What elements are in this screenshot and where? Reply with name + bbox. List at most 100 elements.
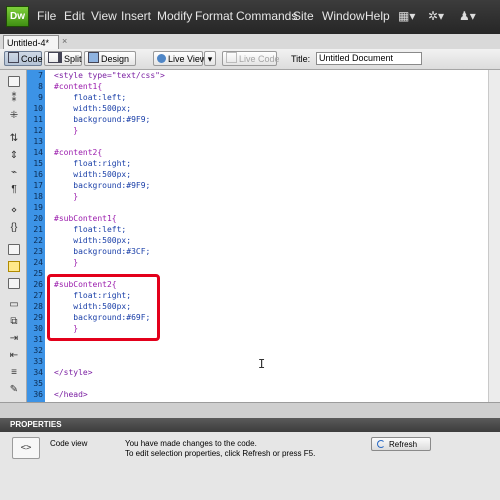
vertical-scrollbar[interactable]	[488, 70, 500, 402]
code-line: #content1{	[54, 82, 103, 91]
menu-bar: Dw File Edit View Insert Modify Format C…	[0, 0, 500, 35]
menu-window[interactable]: Window	[322, 9, 365, 23]
menu-insert[interactable]: Insert	[121, 9, 151, 23]
document-tab-strip: Untitled-4* ×	[0, 34, 500, 50]
collapse-selection-icon[interactable]: ⁜	[8, 110, 20, 121]
line-number: 14	[33, 148, 43, 157]
close-icon[interactable]: ×	[62, 36, 67, 46]
code-line: <style type="text/css">	[54, 71, 165, 80]
word-wrap-icon[interactable]: ⋄	[8, 205, 20, 216]
code-line: #content2{	[54, 148, 103, 157]
recent-snippets-icon[interactable]: ▭	[8, 299, 20, 310]
balance-braces-icon[interactable]: ⌁	[8, 167, 20, 178]
line-number: 28	[33, 302, 43, 311]
coding-toolbar: ⁑ ⁜ ⇅ ⇕ ⌁ ¶ ⋄ {} ▭ ⧉ ⇥ ⇤ ≡ ✎	[0, 70, 27, 402]
properties-panel: <> Code view You have made changes to th…	[0, 432, 500, 500]
menu-edit[interactable]: Edit	[64, 9, 85, 23]
code-line: width:500px;	[54, 236, 132, 245]
menu-modify[interactable]: Modify	[157, 9, 192, 23]
gear-icon[interactable]: ✲▾	[428, 9, 444, 23]
properties-title: PROPERTIES	[10, 420, 62, 429]
indent-code-icon[interactable]: ⇥	[8, 333, 20, 344]
wrap-tag-icon[interactable]	[8, 278, 20, 289]
properties-panel-header[interactable]: PROPERTIES	[0, 418, 500, 432]
code-line: background:#9F9;	[54, 115, 151, 124]
layout-icon[interactable]: ▦▾	[398, 9, 415, 23]
menu-site[interactable]: Site	[293, 9, 314, 23]
line-number: 19	[33, 203, 43, 212]
refresh-icon	[377, 440, 385, 448]
split-view-button[interactable]: Split	[44, 51, 82, 66]
line-number: 36	[33, 390, 43, 399]
code-view-label: Code view	[50, 439, 88, 448]
panel-divider	[0, 402, 500, 419]
open-documents-icon[interactable]	[8, 76, 20, 87]
live-view-button[interactable]: Live View	[153, 51, 206, 66]
code-line: }	[54, 192, 79, 201]
design-icon	[88, 52, 99, 63]
line-number: 23	[33, 247, 43, 256]
document-tab[interactable]: Untitled-4*	[3, 35, 59, 49]
highlight-annotation	[47, 274, 160, 341]
line-number: 15	[33, 159, 43, 168]
chevron-down-icon: ▾	[207, 54, 213, 64]
menu-format[interactable]: Format	[195, 9, 233, 23]
line-number: 35	[33, 379, 43, 388]
line-number: 8	[38, 82, 43, 91]
code-editor[interactable]: <style type="text/css"> #content1{ float…	[45, 70, 488, 402]
expand-all-icon[interactable]: ⇅	[8, 133, 20, 144]
design-view-button[interactable]: Design	[84, 51, 136, 66]
code-line: float:right;	[54, 159, 132, 168]
menu-commands[interactable]: Commands	[236, 9, 297, 23]
code-icon	[8, 52, 19, 63]
code-line: float:left;	[54, 225, 127, 234]
line-numbers-icon[interactable]: ¶	[8, 184, 20, 195]
select-parent-tag-icon[interactable]: ⇕	[8, 150, 20, 161]
menu-view[interactable]: View	[91, 9, 117, 23]
line-number: 10	[33, 104, 43, 113]
move-css-icon[interactable]: ⧉	[8, 316, 20, 327]
code-line: }	[54, 258, 79, 267]
collapse-tag-icon[interactable]: ⁑	[8, 93, 20, 104]
remove-comment-icon[interactable]	[8, 261, 20, 272]
apply-comment-icon[interactable]	[8, 244, 20, 255]
code-line: float:left;	[54, 93, 127, 102]
line-number: 31	[33, 335, 43, 344]
line-number: 7	[38, 71, 43, 80]
line-number: 27	[33, 291, 43, 300]
line-number: 18	[33, 192, 43, 201]
line-number: 9	[38, 93, 43, 102]
live-code-button[interactable]: Live Code	[222, 51, 280, 66]
code-line: background:#3CF;	[54, 247, 151, 256]
line-number: 33	[33, 357, 43, 366]
user-icon[interactable]: ♟▾	[459, 9, 476, 23]
live-view-dropdown[interactable]: ▾	[204, 51, 216, 66]
line-number: 13	[33, 137, 43, 146]
code-view-button[interactable]: Code	[4, 51, 43, 66]
document-toolbar: Code Split Design Live View ▾ Live Code …	[0, 49, 500, 70]
syntax-error-icon[interactable]: {}	[8, 222, 20, 233]
code-line: background:#9F9;	[54, 181, 151, 190]
line-number: 32	[33, 346, 43, 355]
tools-icon[interactable]: ✎	[8, 384, 20, 395]
code-line: #subContent1{	[54, 214, 117, 223]
split-icon	[48, 52, 62, 63]
text-cursor-icon: I	[258, 357, 266, 371]
code-line: </style>	[54, 368, 93, 377]
line-number: 16	[33, 170, 43, 179]
outdent-code-icon[interactable]: ⇤	[8, 350, 20, 361]
menu-file[interactable]: File	[37, 9, 56, 23]
globe-icon	[157, 54, 166, 63]
line-number: 17	[33, 181, 43, 190]
title-label: Title:	[291, 54, 311, 64]
code-view-icon: <>	[12, 437, 40, 459]
refresh-button[interactable]: Refresh	[371, 437, 431, 451]
line-number: 24	[33, 258, 43, 267]
line-number-gutter: 7 8 9 10 11 12 13 14 15 16 17 18 19 20 2…	[27, 70, 45, 402]
line-number: 34	[33, 368, 43, 377]
code-line: </head>	[54, 390, 88, 399]
line-number: 30	[33, 324, 43, 333]
title-input[interactable]	[316, 52, 422, 65]
menu-help[interactable]: Help	[365, 9, 390, 23]
format-source-icon[interactable]: ≡	[8, 367, 20, 378]
